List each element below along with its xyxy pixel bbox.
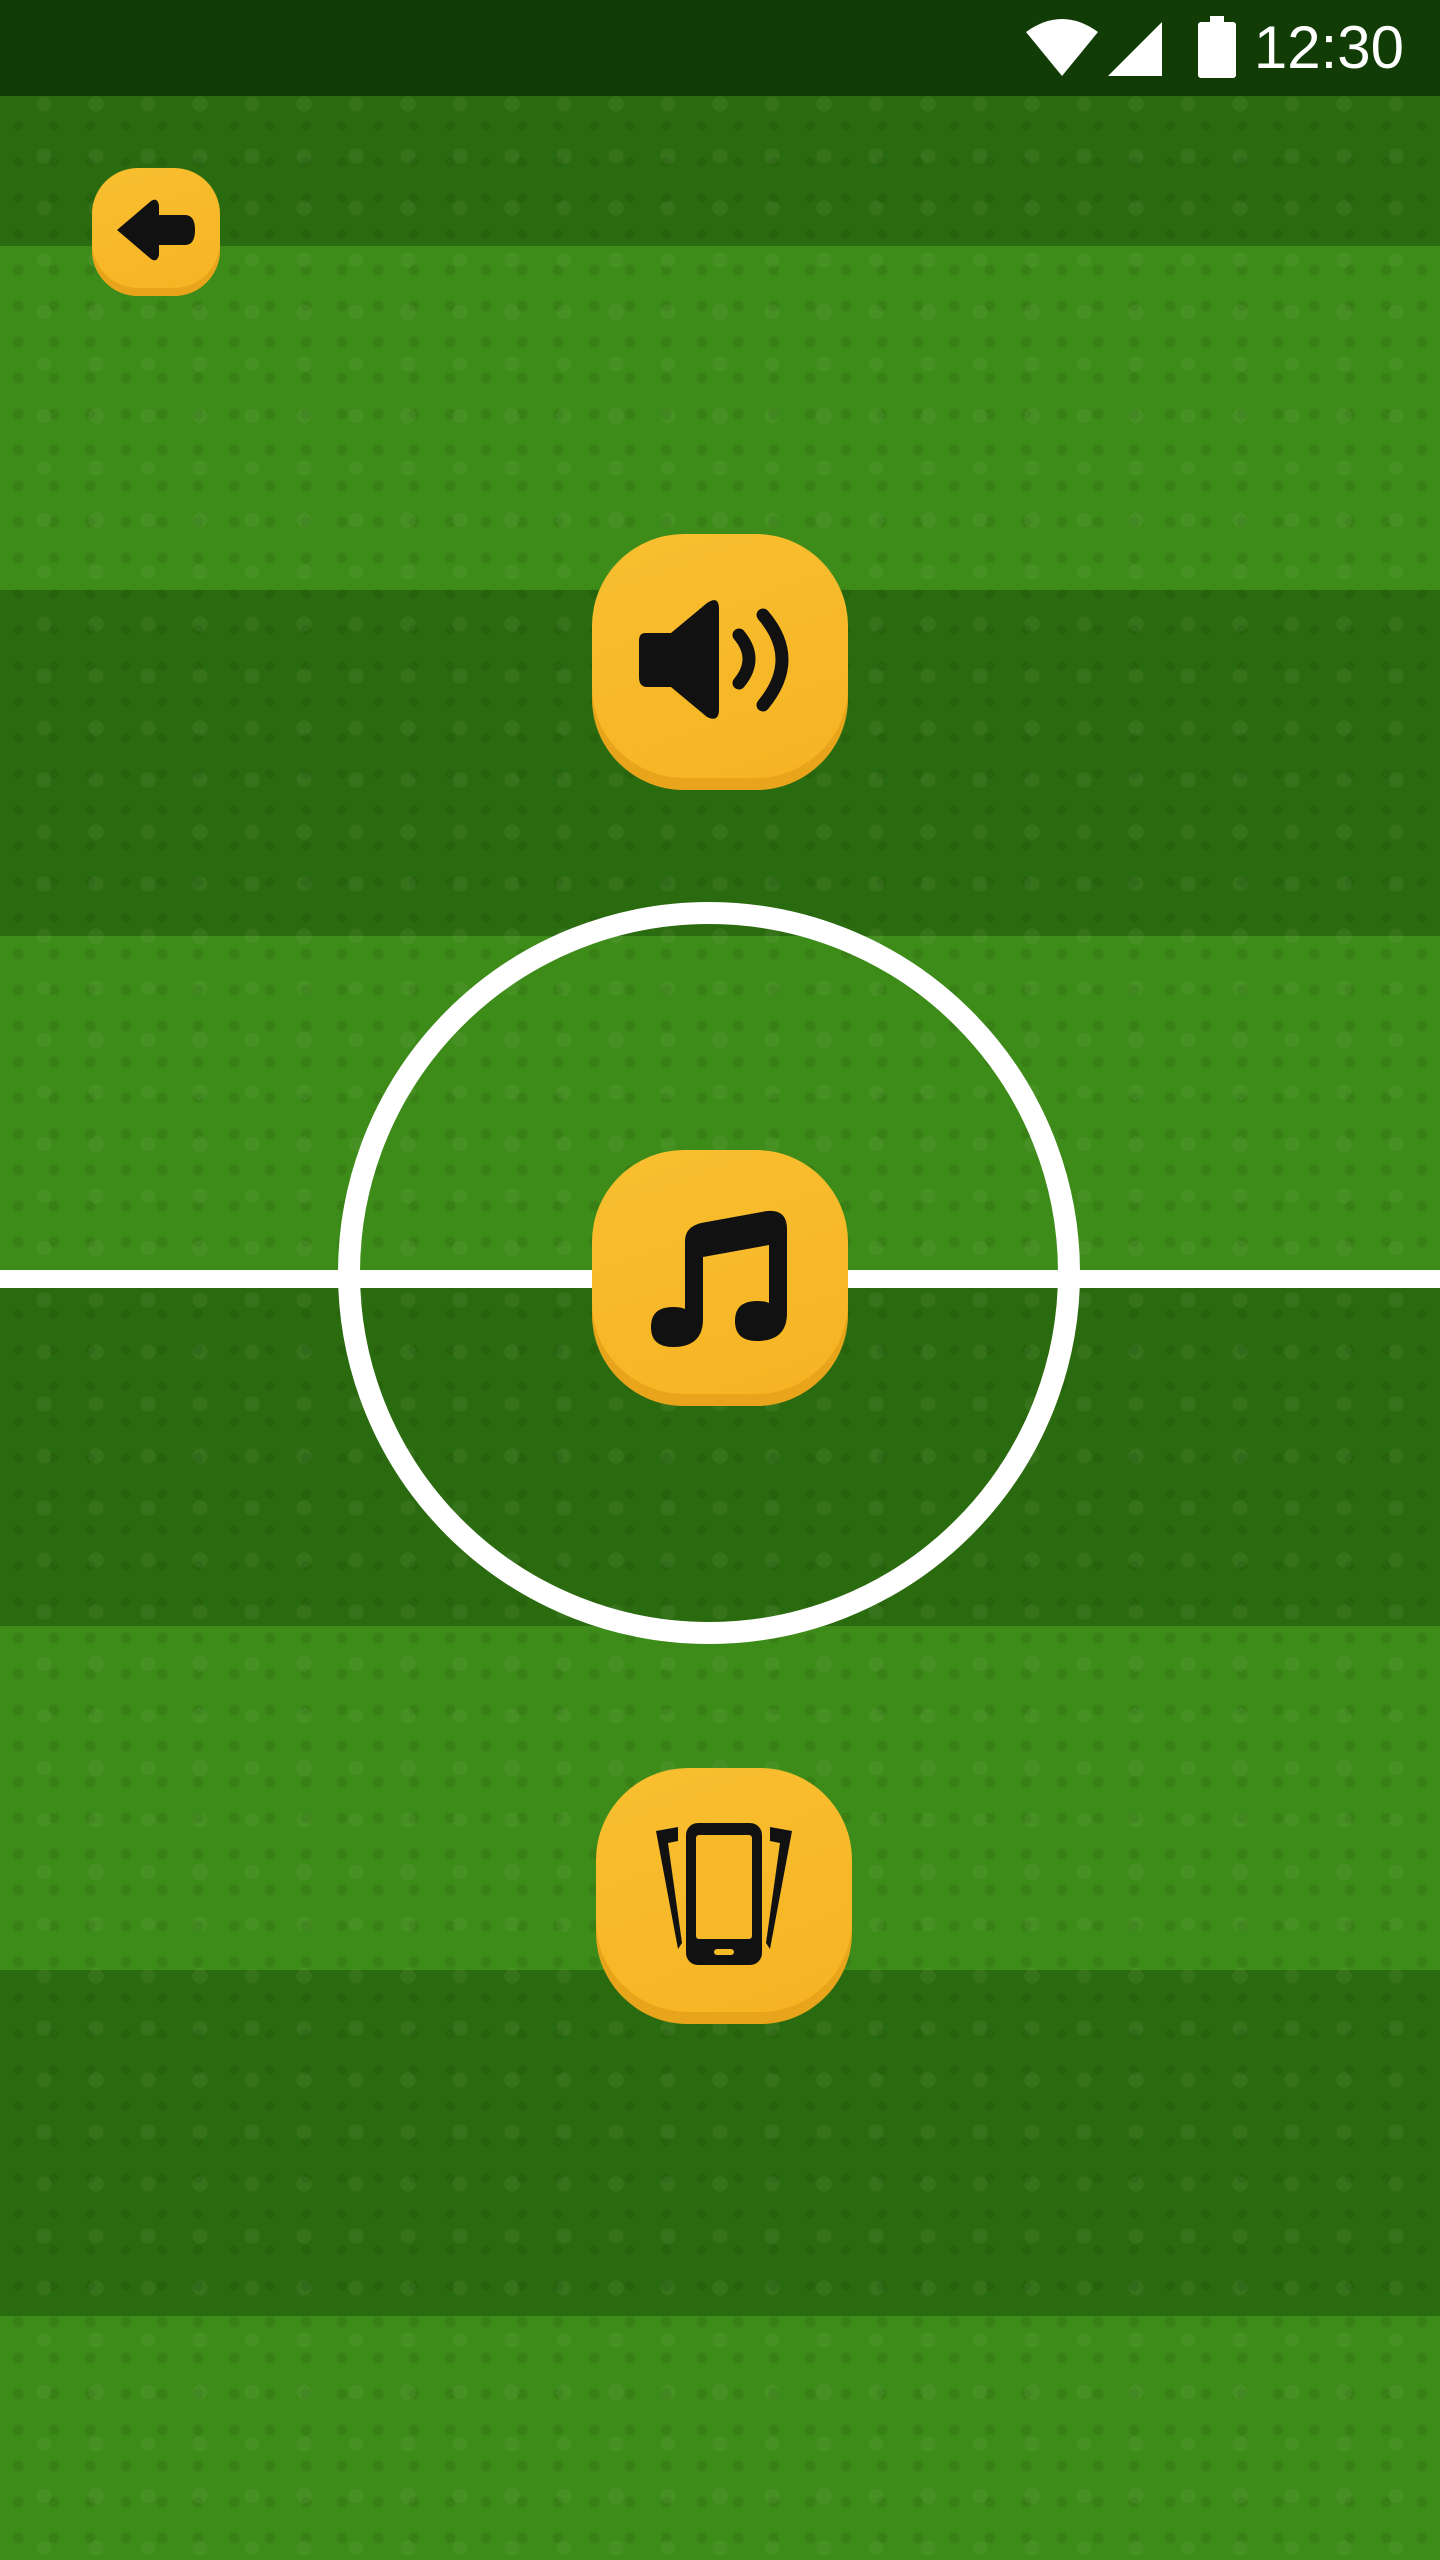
status-bar: 12:30 [0, 0, 1440, 96]
music-toggle-button[interactable] [592, 1150, 848, 1406]
battery-icon [1198, 16, 1236, 82]
vibrate-phone-icon [644, 1819, 804, 1973]
music-note-icon [645, 1201, 795, 1355]
back-button[interactable] [92, 168, 220, 296]
back-arrow-icon [111, 195, 201, 269]
sound-toggle-button[interactable] [592, 534, 848, 790]
vibration-toggle-button[interactable] [596, 1768, 852, 2024]
field-stripe [0, 2316, 1440, 2560]
status-time: 12:30 [1253, 14, 1404, 81]
speaker-volume-icon [635, 595, 805, 729]
wifi-icon [1024, 18, 1100, 82]
cellular-signal-icon [1106, 20, 1162, 80]
settings-screen: 12:30 [0, 0, 1440, 2560]
